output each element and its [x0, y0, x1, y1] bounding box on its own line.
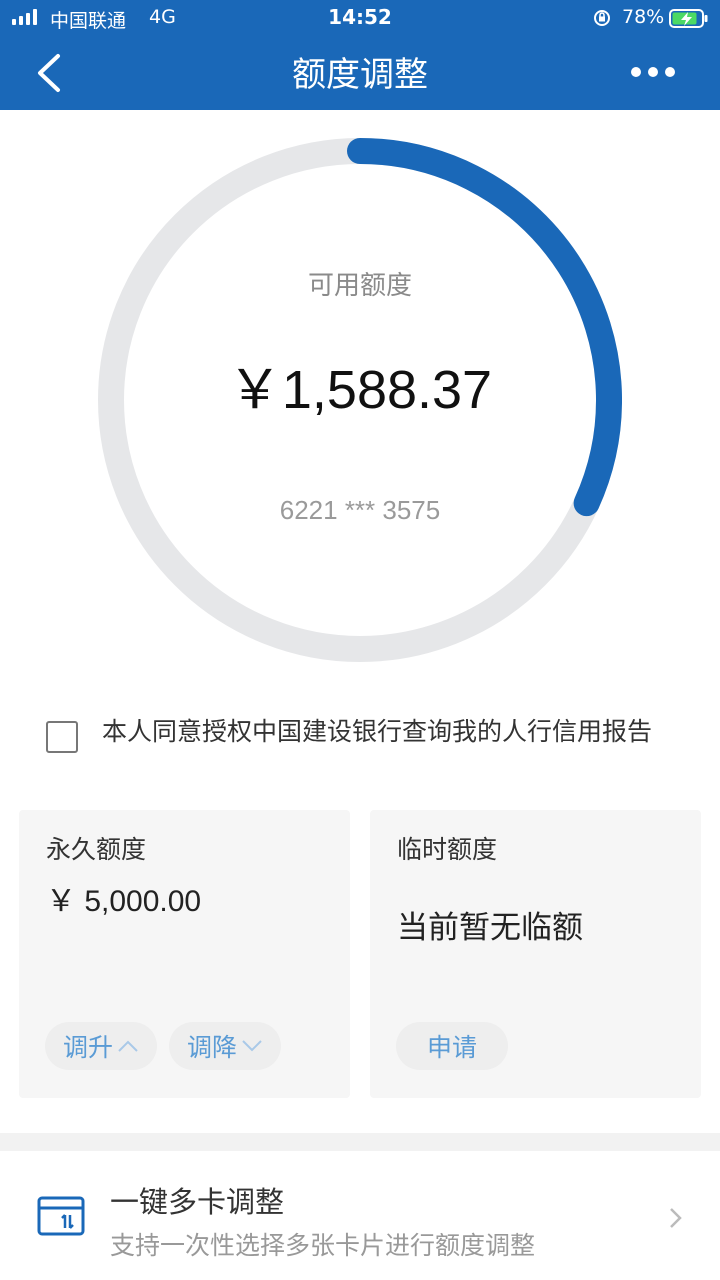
chevron-up-icon [118, 1040, 138, 1052]
apply-temporary-label: 申请 [426, 1033, 477, 1062]
multi-card-adjust-row[interactable]: 一键多卡调整 支持一次性选择多张卡片进行额度调整 [0, 1151, 720, 1280]
card-transfer-icon [37, 1196, 85, 1236]
available-credit-amount: ￥1,588.37 [227, 360, 493, 420]
temporary-limit-status: 当前暂无临额 [397, 910, 583, 946]
increase-limit-label: 调升 [62, 1033, 113, 1062]
temporary-limit-card: 临时额度 当前暂无临额 申请 [370, 810, 701, 1098]
multi-card-title: 一键多卡调整 [110, 1185, 285, 1219]
page-title: 额度调整 [292, 55, 428, 95]
battery-icon [669, 9, 708, 28]
card-number: 6221 *** 3575 [279, 495, 441, 525]
battery-percent: 78% [622, 6, 665, 28]
header-bar: 中国联通 4G 14:52 78% 额度调整 [0, 0, 720, 110]
increase-limit-button[interactable]: 调升 [45, 1022, 157, 1070]
section-divider [0, 1133, 720, 1151]
more-button[interactable] [628, 60, 678, 84]
status-bar: 中国联通 4G 14:52 78% [0, 0, 720, 36]
multi-card-subtitle: 支持一次性选择多张卡片进行额度调整 [110, 1231, 536, 1260]
ring-progress-arc [347, 138, 622, 517]
consent-text: 本人同意授权中国建设银行查询我的人行信用报告 [102, 717, 653, 746]
chevron-down-icon [242, 1040, 262, 1052]
rotation-lock-icon [594, 10, 610, 26]
decrease-limit-label: 调降 [186, 1033, 237, 1062]
permanent-limit-value: ￥ 5,000.00 [46, 885, 202, 918]
apply-temporary-button[interactable]: 申请 [396, 1022, 508, 1070]
status-time: 14:52 [328, 5, 392, 29]
chevron-right-icon [670, 1208, 682, 1228]
permanent-limit-heading: 永久额度 [46, 835, 147, 864]
decrease-limit-button[interactable]: 调降 [169, 1022, 281, 1070]
consent-checkbox[interactable] [46, 721, 78, 753]
permanent-limit-card: 永久额度 ￥ 5,000.00 调升 调降 [19, 810, 350, 1098]
available-credit-label: 可用额度 [307, 271, 412, 301]
temporary-limit-heading: 临时额度 [397, 835, 498, 864]
